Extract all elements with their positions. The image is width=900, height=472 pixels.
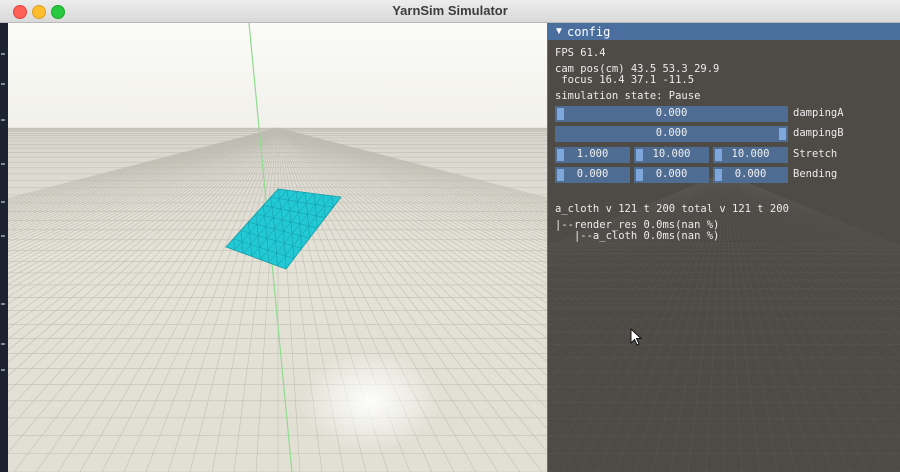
slider-value: 0.000 (655, 127, 688, 139)
3d-viewport[interactable] (8, 23, 547, 472)
camera-focus: focus 16.4 37.1 -11.5 (555, 74, 695, 86)
dampingA-label: dampingA (793, 107, 844, 119)
mouse-pointer-icon (630, 328, 642, 346)
slider-value: 0.000 (576, 168, 609, 180)
background-terminal (0, 23, 8, 472)
config-header[interactable]: ▼ config (548, 23, 900, 40)
fps-readout: FPS 61.4 (555, 47, 606, 59)
profile-a-cloth: |--a_cloth 0.0ms(nan %) (555, 230, 720, 242)
simulation-state: simulation state: Pause (555, 90, 701, 102)
slider-value: 10.000 (652, 148, 691, 160)
window-title: YarnSim Simulator (392, 3, 508, 18)
config-title: config (567, 25, 611, 39)
light-spot (300, 351, 440, 451)
scene-canvas[interactable] (8, 23, 547, 472)
bending-slider-2[interactable]: 0.000 (634, 167, 709, 183)
slider-value: 0.000 (734, 168, 767, 180)
slider-value: 10.000 (731, 148, 770, 160)
slider-value: 1.000 (576, 148, 609, 160)
collapse-arrow-icon[interactable]: ▼ (554, 26, 564, 37)
config-panel[interactable]: ▼ config FPS 61.4 cam pos(cm) 43.5 53.3 … (547, 23, 900, 472)
window-titlebar[interactable]: YarnSim Simulator (0, 0, 900, 23)
sky (8, 23, 547, 128)
slider-value: 0.000 (655, 107, 688, 119)
dampingB-slider[interactable]: 0.000 (555, 126, 788, 142)
stretch-slider-2[interactable]: 10.000 (634, 147, 709, 163)
bending-slider-3[interactable]: 0.000 (713, 167, 788, 183)
bending-label: Bending (793, 168, 838, 180)
mesh-stats: a_cloth v 121 t 200 total v 121 t 200 (555, 203, 789, 215)
dampingB-label: dampingB (793, 127, 844, 139)
stretch-slider-3[interactable]: 10.000 (713, 147, 788, 163)
stretch-label: Stretch (793, 148, 838, 160)
bending-slider-1[interactable]: 0.000 (555, 167, 630, 183)
slider-value: 0.000 (655, 168, 688, 180)
stretch-slider-1[interactable]: 1.000 (555, 147, 630, 163)
dampingA-slider[interactable]: 0.000 (555, 106, 788, 122)
